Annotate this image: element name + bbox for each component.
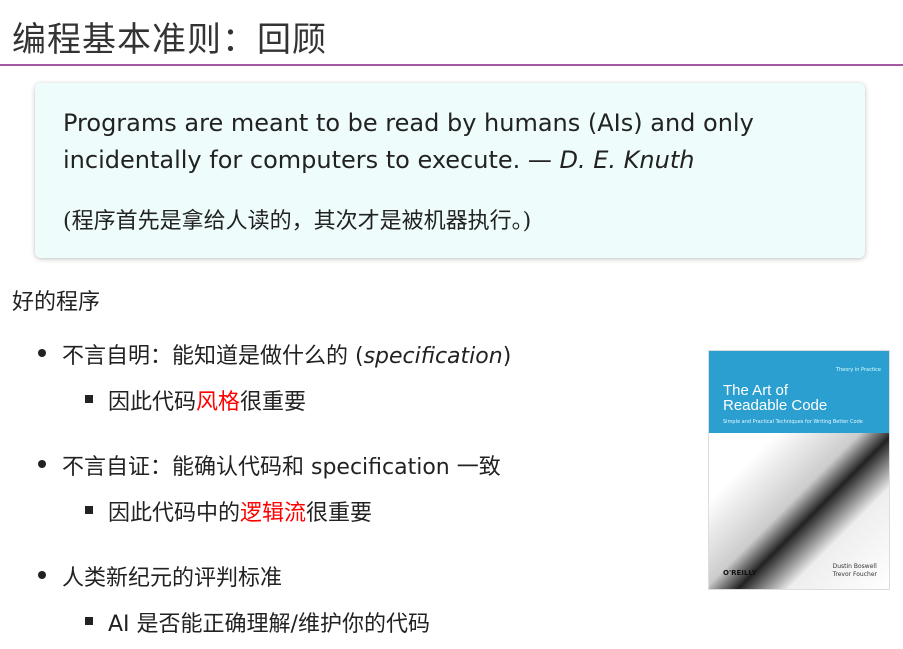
bullet-icon	[38, 349, 46, 357]
cover-band: Theory in Practice The Art of Readable Co…	[709, 351, 889, 433]
quote-line-1: Programs are meant to be read by humans …	[63, 109, 754, 137]
bullet-1: 不言自明：能知道是做什么的 (specification)	[62, 344, 512, 369]
quote-box: Programs are meant to be read by humans …	[35, 83, 865, 258]
sub-bullet-2: 因此代码中的逻辑流很重要	[108, 501, 373, 526]
sub-bullet-icon	[85, 395, 93, 403]
quote-text: incidentally for computers to execute. —	[63, 146, 560, 174]
book-authors: Dustin Boswell Trevor Foucher	[832, 563, 877, 578]
publisher-logo: O'REILLY	[723, 569, 757, 577]
quote-translation: (程序首先是拿给人读的，其次才是被机器执行。)	[63, 209, 532, 234]
section-heading: 好的程序	[12, 290, 101, 315]
quote-line-2: incidentally for computers to execute. —…	[63, 146, 694, 174]
bullet-icon	[38, 460, 46, 468]
quote-author: D. E. Knuth	[559, 146, 695, 174]
sub-bullet-icon	[85, 617, 93, 625]
sub-bullet-icon	[85, 506, 93, 514]
bullet-3: 人类新纪元的评判标准	[62, 566, 283, 591]
book-tag: Theory in Practice	[835, 367, 881, 373]
book-subtitle: Simple and Practical Techniques for Writ…	[723, 419, 863, 425]
bullet-icon	[38, 571, 46, 579]
slide-title: 编程基本准则：回顾	[12, 20, 327, 60]
title-divider	[0, 64, 903, 66]
sub-bullet-3: AI 是否能正确理解/维护你的代码	[108, 612, 430, 637]
bullet-2: 不言自证：能确认代码和 specification 一致	[62, 455, 501, 480]
book-title: The Art of Readable Code	[723, 382, 828, 414]
book-cover-image: Theory in Practice The Art of Readable Co…	[708, 350, 890, 590]
sub-bullet-1: 因此代码风格很重要	[108, 390, 307, 415]
